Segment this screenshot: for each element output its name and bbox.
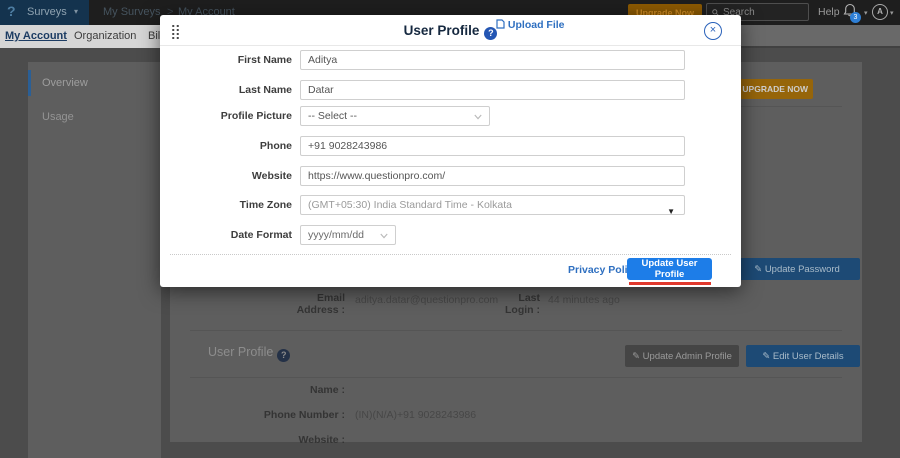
chevron-down-icon[interactable]: ▾ (890, 9, 894, 17)
tab-my-account[interactable]: My Account (5, 30, 67, 42)
user-profile-modal: User Profile? × First Name Last Name Pro… (160, 15, 741, 287)
notifications-button[interactable]: 3 (843, 3, 861, 22)
edit-icon: ✎ (632, 351, 640, 362)
product-menu-label: Surveys (27, 6, 67, 18)
update-admin-profile-button[interactable]: ✎ Update Admin Profile (625, 345, 739, 367)
chevron-down-icon: ▾ (74, 7, 78, 16)
update-password-button[interactable]: ✎ Update Password (734, 258, 860, 280)
divider (190, 330, 842, 331)
profile-picture-label: Profile Picture (160, 106, 292, 126)
chevron-down-icon (380, 233, 388, 239)
divider (160, 45, 741, 46)
file-icon (496, 19, 505, 29)
update-user-profile-button[interactable]: Update User Profile (627, 258, 712, 280)
sidebar-item-usage[interactable]: Usage (28, 104, 161, 130)
annotation-red-underline (629, 282, 711, 285)
time-zone-select[interactable]: (GMT+05:30) India Standard Time - Kolkat… (300, 195, 685, 215)
questionpro-logo-icon: ? (7, 3, 16, 19)
divider (190, 377, 842, 378)
date-format-select[interactable]: yyyy/mm/dd (300, 225, 396, 245)
first-name-input[interactable] (300, 50, 685, 70)
last-name-input[interactable] (300, 80, 685, 100)
website-label: Website : (285, 434, 345, 446)
close-icon[interactable]: × (704, 22, 722, 40)
edit-user-details-button[interactable]: ✎ Edit User Details (746, 345, 860, 367)
account-nav-visible: My Account Organization Billing (0, 25, 161, 48)
last-login-value: 44 minutes ago (548, 294, 620, 306)
divider (170, 254, 731, 255)
chevron-down-icon (474, 114, 482, 120)
help-icon[interactable]: ? (277, 349, 290, 362)
sidebar-item-overview[interactable]: Overview (28, 70, 161, 96)
name-label: Name : (285, 384, 345, 396)
product-switcher[interactable]: ? Surveys ▾ (0, 0, 89, 25)
email-address-label: Email Address : (285, 292, 345, 316)
phone-label: Phone (160, 136, 292, 156)
first-name-label: First Name (160, 50, 292, 70)
breadcrumb-parent[interactable]: My Surveys (103, 6, 160, 18)
email-address-value: aditya.datar@questionpro.com (355, 294, 498, 306)
chevron-down-icon[interactable]: ▾ (864, 9, 868, 17)
tab-organization[interactable]: Organization (74, 30, 136, 42)
upload-file-link[interactable]: Upload File (496, 15, 565, 35)
last-name-label: Last Name (160, 80, 292, 100)
phone-number-value: (IN)(N/A)+91 9028243986 (355, 409, 476, 421)
notification-count-badge: 3 (850, 12, 861, 23)
last-login-label: Last Login : (500, 292, 540, 316)
edit-icon: ✎ (762, 351, 770, 362)
phone-number-label: Phone Number : (260, 409, 345, 421)
profile-picture-select[interactable]: -- Select -- (300, 106, 490, 126)
website-label: Website (160, 166, 292, 186)
user-profile-section-title: User Profile? (208, 345, 290, 362)
account-sidebar: Overview Usage (28, 62, 161, 458)
avatar[interactable]: A (872, 4, 888, 20)
caret-down-icon: ▼ (667, 203, 675, 221)
edit-icon: ✎ (754, 264, 762, 275)
phone-input[interactable] (300, 136, 685, 156)
help-link[interactable]: Help (818, 6, 840, 18)
date-format-label: Date Format (160, 225, 292, 245)
modal-title: User Profile? (160, 23, 741, 40)
website-input[interactable] (300, 166, 685, 186)
time-zone-label: Time Zone (160, 195, 292, 215)
